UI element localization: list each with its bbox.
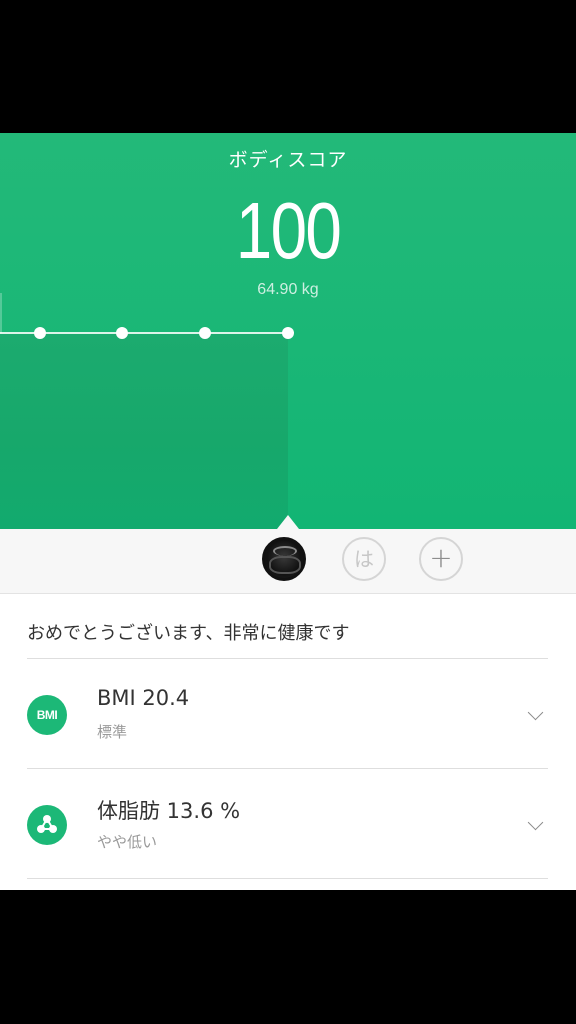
selection-pointer-icon	[277, 515, 299, 529]
body-fat-label: 体脂肪 13.6 %	[97, 799, 241, 823]
chevron-down-icon[interactable]	[527, 704, 544, 721]
health-message: おめでとうございます、非常に健康です	[27, 623, 350, 644]
user-avatar-ha[interactable]: は	[342, 537, 386, 581]
metric-row-body-fat[interactable]: 体脂肪 13.6 % やや低い	[0, 769, 576, 877]
trend-point-current	[282, 327, 294, 339]
chevron-down-icon[interactable]	[527, 814, 544, 831]
current-user-avatar[interactable]	[262, 537, 306, 581]
divider	[27, 878, 548, 879]
body-score-header: ボディスコア 100 64.90 kg	[0, 133, 576, 529]
add-user-button[interactable]: +	[419, 537, 463, 581]
trend-point	[199, 327, 211, 339]
bmi-label: BMI 20.4	[97, 686, 190, 710]
trend-point	[116, 327, 128, 339]
body-score-title: ボディスコア	[228, 149, 348, 171]
trend-point	[34, 327, 46, 339]
body-fat-icon	[27, 805, 67, 845]
body-fat-status: やや低い	[97, 833, 158, 851]
weight-value: 64.90 kg	[257, 281, 319, 298]
bmi-status: 標準	[97, 723, 128, 741]
user-switcher-bar: は +	[0, 529, 576, 594]
metric-row-bmi[interactable]: BMI BMI 20.4 標準	[0, 659, 576, 767]
score-trend-line[interactable]	[0, 313, 576, 353]
body-score-value: 100	[235, 186, 342, 275]
bmi-icon: BMI	[27, 695, 67, 735]
app-screen: ボディスコア 100 64.90 kg は + おめでとうございます、非常に健康…	[0, 133, 576, 890]
history-chart-area[interactable]	[0, 333, 288, 529]
